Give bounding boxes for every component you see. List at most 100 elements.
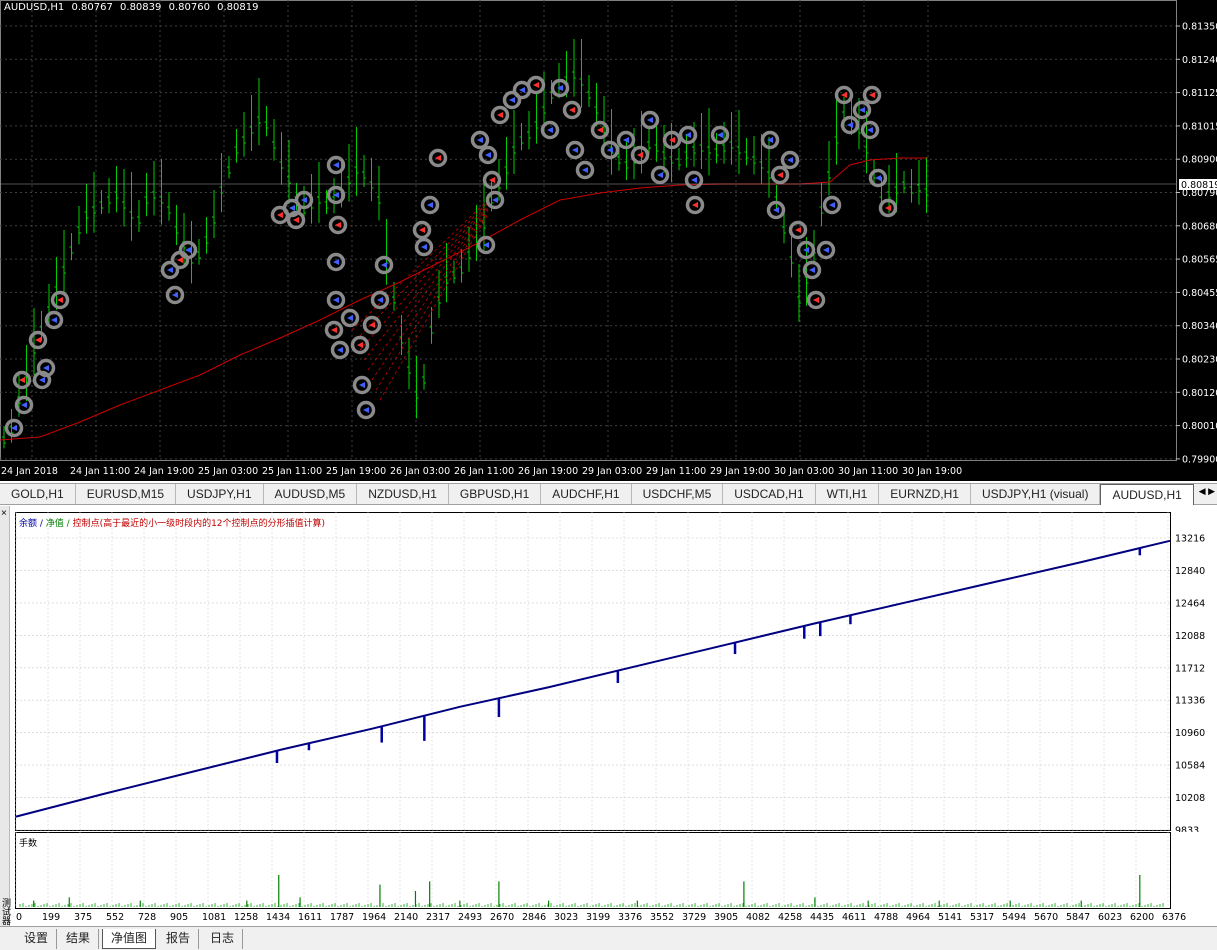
- lots-x-tick-label: 375: [74, 912, 92, 923]
- equity-legend: 余额 / 净值 / 控制点(高于最近的小一级时段内的12个控制点的分形插值计算): [19, 516, 325, 529]
- time-tick-label: 24 Jan 11:00: [70, 466, 130, 477]
- time-tick-label: 25 Jan 03:00: [198, 466, 258, 477]
- lots-x-tick-label: 3023: [554, 912, 578, 923]
- lots-x-tick-label: 3905: [714, 912, 738, 923]
- equity-y-tick-label: 12088: [1175, 631, 1205, 642]
- trade-marker-arrow: [637, 152, 643, 158]
- fractal-connector-line: [371, 209, 489, 381]
- trade-marker-arrow: [381, 262, 387, 268]
- trade-marker-arrow: [277, 212, 283, 218]
- time-tick-label: 24 Jan 19:00: [134, 466, 194, 477]
- trade-marker-arrow: [823, 247, 829, 253]
- tab-audchf-h1[interactable]: AUDCHF,H1: [541, 484, 632, 504]
- lots-x-tick-label: 1787: [330, 912, 354, 923]
- trade-marker-arrow: [347, 315, 353, 321]
- lots-x-tick-label: 2317: [426, 912, 450, 923]
- tab-eurusd-m15[interactable]: EURUSD,M15: [76, 484, 177, 504]
- price-tick-label: 0.79900: [1182, 454, 1217, 465]
- legend-control-points: 控制点(高于最近的小一级时段内的12个控制点的分形插值计算): [72, 519, 326, 529]
- equity-y-tick-label: 10960: [1175, 728, 1205, 739]
- trade-marker-arrow: [597, 127, 603, 133]
- price-tick-label: 0.81125: [1182, 88, 1217, 99]
- lots-x-tick-label: 728: [138, 912, 156, 923]
- tab-usdchf-m5[interactable]: USDCHF,M5: [632, 484, 724, 504]
- lots-x-tick-label: 905: [170, 912, 188, 923]
- lots-x-tick-label: 6376: [1162, 912, 1186, 923]
- lots-x-tick-label: 3729: [682, 912, 706, 923]
- equity-y-tick-label: 12464: [1175, 598, 1205, 609]
- chart-low: 0.80760: [168, 2, 210, 13]
- tab-gold-h1[interactable]: GOLD,H1: [0, 484, 76, 504]
- time-tick-label: 25 Jan 19:00: [326, 466, 386, 477]
- time-tick-label: 26 Jan 19:00: [518, 466, 578, 477]
- trade-marker-arrow: [509, 97, 515, 103]
- trade-marker-arrow: [685, 132, 691, 138]
- trade-marker-arrow: [533, 82, 539, 88]
- price-tick-label: 0.80230: [1182, 355, 1217, 366]
- trade-marker-arrow: [497, 112, 503, 118]
- price-tick-label: 0.80010: [1182, 421, 1217, 432]
- price-chart-canvas[interactable]: 0.81350 0.81240 0.81125 0.81015 0.80900 0.807…: [0, 0, 1217, 481]
- lots-x-tick-label: 4435: [810, 912, 834, 923]
- time-tick-label: 30 Jan 19:00: [902, 466, 962, 477]
- lots-x-tick-label: 2670: [490, 912, 514, 923]
- trade-marker-arrow: [569, 107, 575, 113]
- tab-usdjpy-h1-visual[interactable]: USDJPY,H1 (visual): [971, 484, 1101, 504]
- lots-x-tick-label: 4964: [906, 912, 930, 923]
- trade-marker-arrow: [767, 137, 773, 143]
- equity-y-tick-label: 12840: [1175, 566, 1205, 577]
- tab-wti-h1[interactable]: WTI,H1: [816, 484, 880, 504]
- close-icon[interactable]: ×: [1, 508, 7, 519]
- price-tick-label: 0.80680: [1182, 221, 1217, 232]
- lots-x-tick-label: 1964: [362, 912, 386, 923]
- trade-marker-arrow: [582, 167, 588, 173]
- time-tick-label: 29 Jan 11:00: [646, 466, 706, 477]
- tab-audusd-m5[interactable]: AUDUSD,M5: [264, 484, 358, 504]
- trade-marker-arrow: [787, 157, 793, 163]
- lots-plot-frame: [15, 832, 1171, 909]
- lots-x-tick-label: 3552: [650, 912, 674, 923]
- tester-side-strip: × 测试器: [0, 506, 11, 926]
- tab-scroll-arrows[interactable]: ◀ ▶: [1199, 486, 1215, 497]
- trade-marker-arrow: [331, 327, 337, 333]
- lots-chart-canvas: 0 199 375 552 728 905 1081 1258 1434 1611 1787 1964…: [15, 832, 1186, 923]
- tab-results[interactable]: 结果: [58, 929, 100, 949]
- time-tick-label: 29 Jan 03:00: [582, 466, 642, 477]
- lots-x-tick-label: 2493: [458, 912, 482, 923]
- trade-marker-arrow: [795, 227, 801, 233]
- tab-nzdusd-h1[interactable]: NZDUSD,H1: [357, 484, 449, 504]
- price-chart[interactable]: 0.81350 0.81240 0.81125 0.81015 0.80900 0.807…: [0, 0, 1217, 481]
- tab-report[interactable]: 报告: [158, 929, 200, 949]
- chart-open: 0.80767: [71, 2, 113, 13]
- trade-marker-arrow: [333, 259, 339, 265]
- tab-audusd-h1[interactable]: AUDUSD,H1: [1100, 483, 1194, 505]
- equity-y-tick-label: 11336: [1175, 696, 1205, 707]
- tab-journal[interactable]: 日志: [202, 929, 244, 949]
- trade-marker-arrow: [427, 202, 433, 208]
- trade-marker-arrow: [492, 197, 498, 203]
- trade-marker-arrow: [859, 107, 865, 113]
- trade-marker-arrow: [485, 152, 491, 158]
- tab-usdjpy-h1[interactable]: USDJPY,H1: [176, 484, 264, 504]
- lots-x-tick-label: 1434: [266, 912, 290, 923]
- lots-x-tick-label: 5317: [970, 912, 994, 923]
- tab-eurnzd-h1[interactable]: EURNZD,H1: [879, 484, 971, 504]
- tab-equity-graph[interactable]: 净值图: [102, 929, 157, 949]
- tab-gbpusd-h1[interactable]: GBPUSD,H1: [449, 484, 542, 504]
- trade-marker-arrow: [51, 317, 57, 323]
- lots-x-tick-label: 3376: [618, 912, 642, 923]
- trade-marker-arrow: [691, 177, 697, 183]
- chart-header: AUDUSD,H1 0.80767 0.80839 0.80760 0.8081…: [4, 2, 262, 13]
- trade-marker-arrow: [692, 202, 698, 208]
- trade-marker-arrow: [607, 147, 613, 153]
- trade-marker-arrow: [875, 175, 881, 181]
- trade-marker-arrow: [333, 297, 339, 303]
- trade-marker-arrow: [847, 122, 853, 128]
- trade-marker-arrow: [167, 267, 173, 273]
- trade-marker-arrow: [477, 137, 483, 143]
- tab-settings[interactable]: 设置: [16, 929, 58, 949]
- lots-x-tick-label: 1611: [298, 912, 322, 923]
- price-tick-label: 0.81240: [1182, 55, 1217, 66]
- trade-marker-arrow: [885, 205, 891, 211]
- tab-usdcad-h1[interactable]: USDCAD,H1: [723, 484, 816, 504]
